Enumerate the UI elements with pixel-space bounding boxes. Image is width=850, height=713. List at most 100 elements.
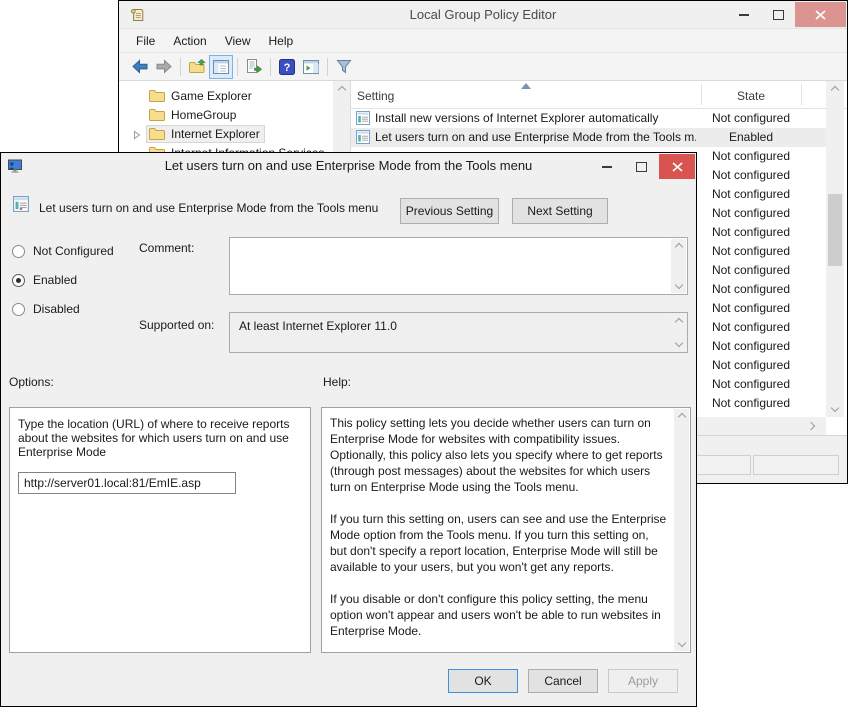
tree-item-game-explorer[interactable]: Game Explorer	[119, 86, 350, 105]
svg-text:?: ?	[284, 62, 291, 74]
column-header-setting[interactable]: Setting	[357, 89, 394, 103]
forward-icon	[155, 59, 173, 74]
scrollbar-thumb[interactable]	[828, 194, 842, 266]
radio-label: Disabled	[33, 302, 80, 316]
setting-state: Not configured	[701, 149, 801, 163]
policy-row-selected[interactable]: Let users turn on and use Enterprise Mod…	[351, 128, 826, 147]
cancel-button[interactable]: Cancel	[528, 669, 598, 693]
chevron-down-icon	[677, 639, 685, 647]
filter-button[interactable]	[332, 55, 356, 79]
column-header-state[interactable]: State	[701, 89, 801, 103]
setting-state: Not configured	[701, 263, 801, 277]
window-controls	[727, 2, 846, 27]
folder-icon	[149, 108, 165, 121]
menu-file[interactable]: File	[127, 29, 164, 52]
maximize-button[interactable]	[761, 2, 795, 27]
help-icon: ?	[279, 59, 295, 75]
comment-textarea[interactable]	[229, 237, 688, 295]
supported-scrollbar[interactable]	[671, 314, 686, 351]
console-tree-toggle-button[interactable]	[209, 55, 233, 79]
tree-item-homegroup[interactable]: HomeGroup	[119, 105, 350, 124]
dialog-maximize-button[interactable]	[623, 154, 659, 179]
close-icon	[672, 162, 683, 172]
options-panel: Type the location (URL) of where to rece…	[9, 407, 311, 653]
column-divider[interactable]	[801, 84, 802, 105]
help-scrollbar[interactable]	[674, 409, 689, 651]
maximize-icon	[636, 162, 647, 172]
action-pane-toggle-button[interactable]	[299, 55, 323, 79]
tree-item-internet-explorer[interactable]: Internet Explorer	[119, 124, 350, 143]
setting-state: Not configured	[701, 282, 801, 296]
chevron-right-icon	[807, 422, 815, 430]
setting-state: Not configured	[701, 206, 801, 220]
setting-state: Not configured	[701, 111, 801, 125]
maximize-icon	[773, 10, 784, 20]
supported-on-label: Supported on:	[139, 318, 214, 332]
setting-state: Enabled	[701, 130, 801, 144]
gpedit-titlebar: Local Group Policy Editor	[119, 1, 847, 29]
options-description: Type the location (URL) of where to rece…	[18, 417, 289, 459]
report-url-input[interactable]	[18, 472, 236, 494]
radio-icon	[12, 303, 25, 316]
menu-action[interactable]: Action	[164, 29, 215, 52]
list-vertical-scrollbar[interactable]	[826, 81, 844, 417]
menu-help[interactable]: Help	[260, 29, 303, 52]
help-label: Help:	[323, 375, 351, 389]
up-folder-button[interactable]	[185, 55, 209, 79]
chevron-down-icon	[674, 281, 682, 289]
policy-setting-icon	[356, 111, 370, 128]
setting-state: Not configured	[701, 358, 801, 372]
setting-state: Not configured	[701, 225, 801, 239]
up-folder-icon	[189, 59, 206, 74]
comment-scrollbar[interactable]	[671, 239, 686, 293]
minimize-button[interactable]	[727, 2, 761, 27]
setting-name: Install new versions of Internet Explore…	[375, 111, 696, 125]
setting-state: Not configured	[701, 320, 801, 334]
setting-state: Not configured	[701, 244, 801, 258]
chevron-down-icon	[831, 404, 839, 412]
next-setting-button[interactable]: Next Setting	[512, 198, 608, 224]
help-text: This policy setting lets you decide whet…	[330, 415, 668, 648]
setting-state: Not configured	[701, 168, 801, 182]
sort-asc-icon	[521, 83, 531, 89]
radio-checked-icon	[12, 274, 25, 287]
chevron-up-icon	[674, 243, 682, 251]
dialog-minimize-button[interactable]	[590, 154, 623, 179]
comment-label: Comment:	[139, 241, 194, 255]
menubar: File Action View Help	[119, 29, 847, 53]
tree-item-label: HomeGroup	[171, 108, 236, 122]
toolbar-separator	[270, 58, 271, 76]
action-pane-icon	[303, 60, 319, 74]
dialog-close-button[interactable]	[659, 154, 695, 179]
console-tree-icon	[213, 60, 229, 74]
radio-disabled[interactable]: Disabled	[12, 301, 80, 317]
options-label: Options:	[9, 375, 54, 389]
apply-button: Apply	[608, 669, 678, 693]
radio-enabled[interactable]: Enabled	[12, 272, 77, 288]
forward-button[interactable]	[152, 55, 176, 79]
filter-icon	[336, 59, 352, 74]
ok-button[interactable]: OK	[448, 669, 518, 693]
export-list-icon	[246, 59, 262, 74]
chevron-down-icon	[674, 339, 682, 347]
menu-view[interactable]: View	[216, 29, 260, 52]
help-button[interactable]: ?	[275, 55, 299, 79]
toolbar-separator	[180, 58, 181, 76]
folder-icon	[149, 127, 165, 140]
close-button[interactable]	[795, 2, 846, 27]
statusbar-cell	[753, 455, 839, 475]
dialog-titlebar: Let users turn on and use Enterprise Mod…	[1, 153, 696, 180]
back-button[interactable]	[128, 55, 152, 79]
supported-on-value-box: At least Internet Explorer 11.0	[229, 312, 688, 353]
chevron-up-icon	[337, 86, 345, 94]
policy-row[interactable]: Install new versions of Internet Explore…	[351, 109, 826, 128]
radio-not-configured[interactable]: Not Configured	[12, 243, 114, 259]
dialog-window-controls	[590, 154, 695, 179]
radio-icon	[12, 245, 25, 258]
setting-name: Let users turn on and use Enterprise Mod…	[375, 130, 696, 144]
previous-setting-button[interactable]: Previous Setting	[400, 198, 499, 224]
list-header: Setting State	[351, 81, 847, 109]
expander-icon[interactable]	[133, 129, 141, 143]
chevron-up-icon	[674, 318, 682, 326]
export-list-button[interactable]	[242, 55, 266, 79]
